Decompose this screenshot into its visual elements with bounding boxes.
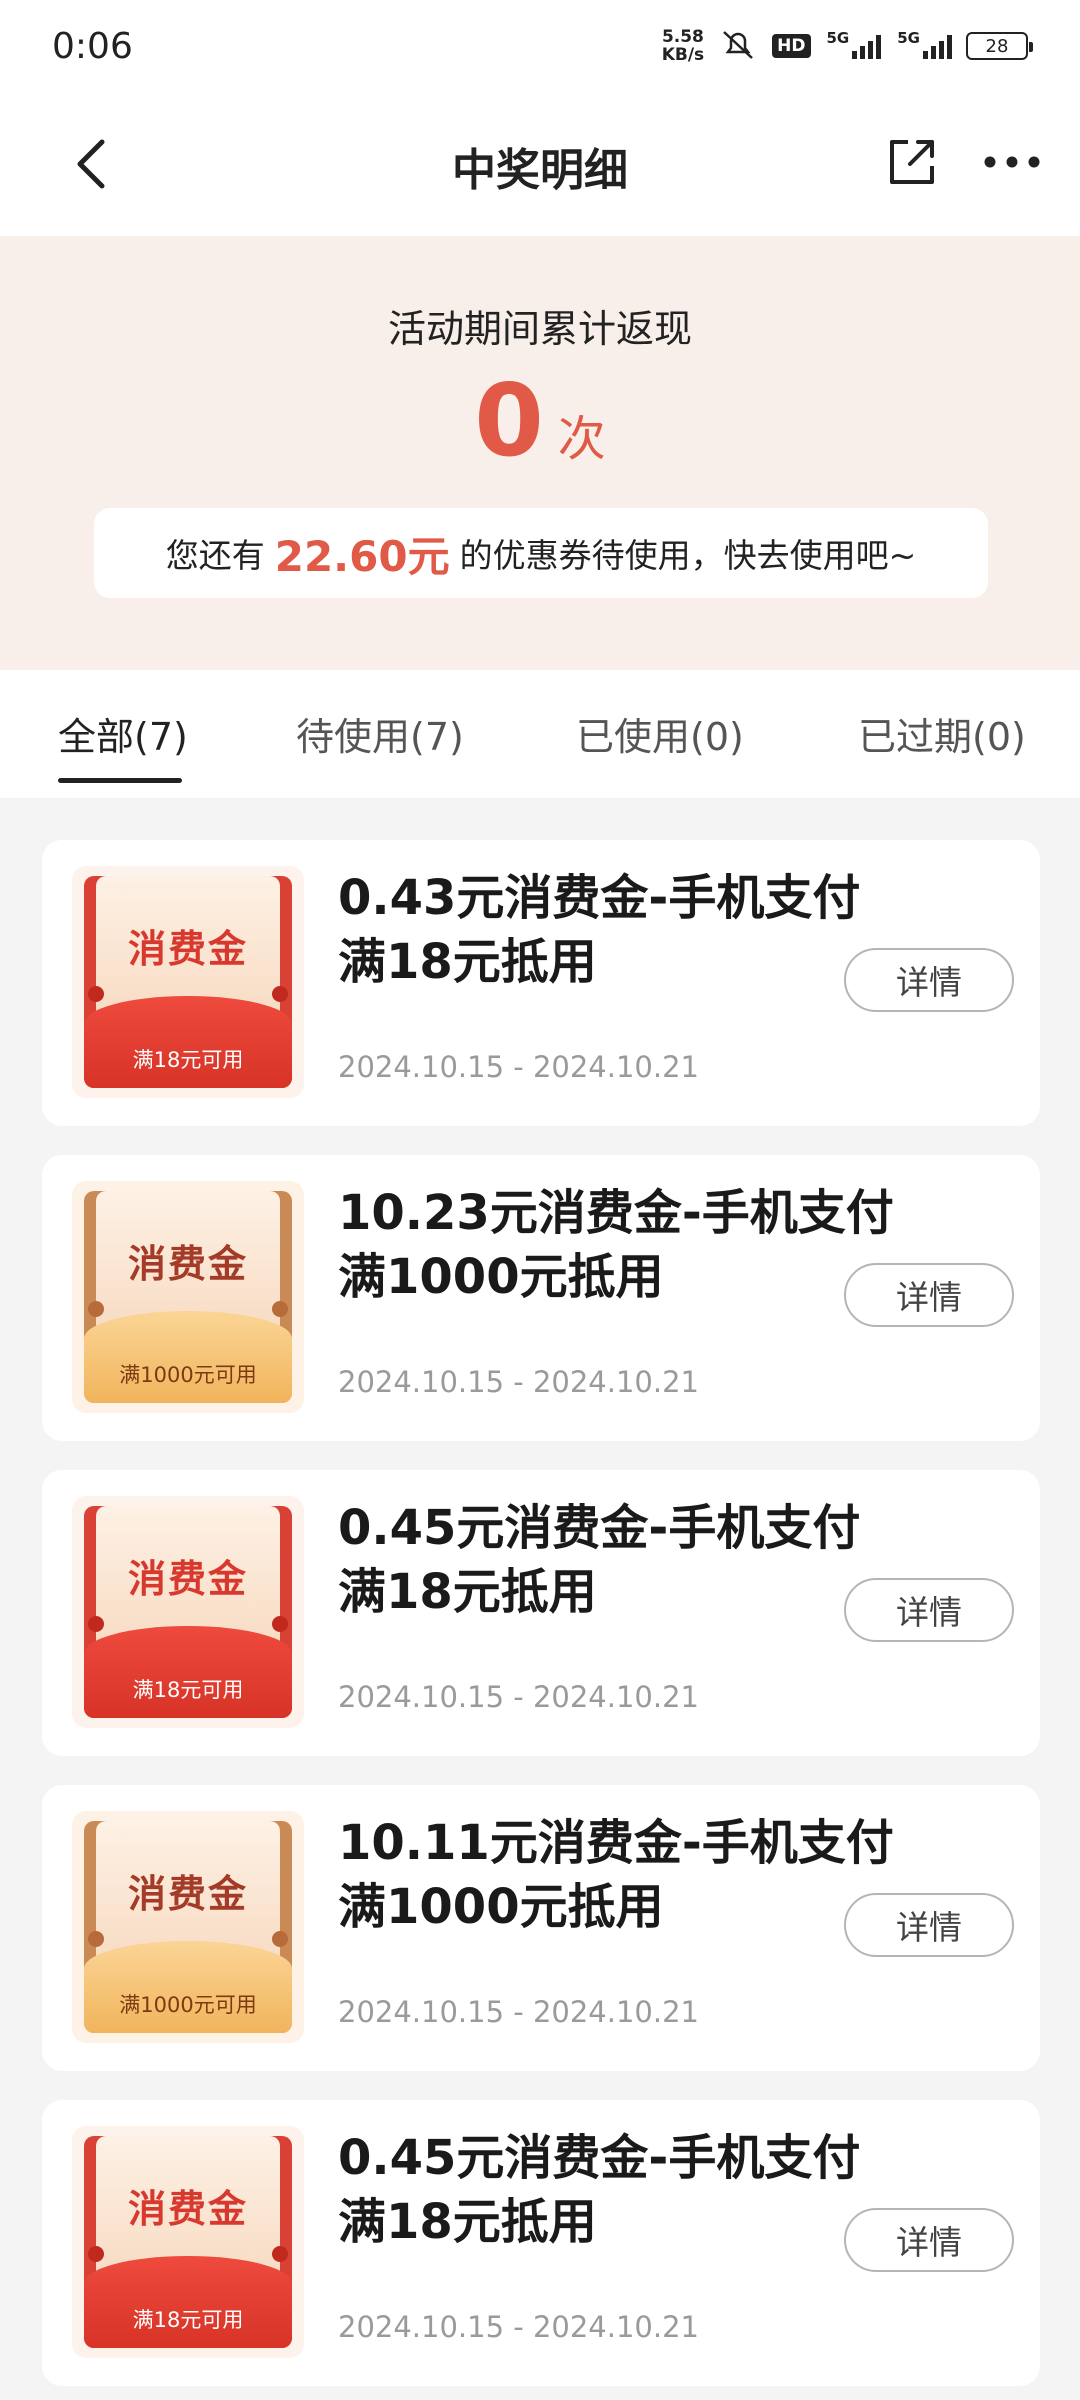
mute-icon bbox=[718, 28, 758, 65]
detail-button[interactable]: 详情 bbox=[844, 948, 1014, 1012]
detail-button[interactable]: 详情 bbox=[844, 1578, 1014, 1642]
summary-count-row: 0 次 bbox=[0, 366, 1080, 476]
coupon-badge-title: 消费金 bbox=[127, 2187, 248, 2231]
tab-pending[interactable]: 待使用(7) bbox=[296, 706, 464, 761]
coupon-badge-title: 消费金 bbox=[127, 927, 248, 971]
detail-button[interactable]: 详情 bbox=[844, 1263, 1014, 1327]
coupon-date: 2024.10.15 - 2024.10.21 bbox=[338, 1365, 699, 1399]
coupon-badge: 消费金 满1000元可用 bbox=[72, 1181, 304, 1413]
coupon-badge-title: 消费金 bbox=[127, 1242, 248, 1286]
coupon-card[interactable]: 消费金 满18元可用 0.43元消费金-手机支付满18元抵用 2024.10.1… bbox=[42, 840, 1040, 1126]
page-header: 中奖明细 bbox=[0, 92, 1080, 236]
tab-used[interactable]: 已使用(0) bbox=[576, 706, 744, 761]
coupon-card[interactable]: 消费金 满1000元可用 10.23元消费金-手机支付满1000元抵用 2024… bbox=[42, 1155, 1040, 1441]
hd-badge: HD bbox=[772, 34, 811, 58]
coupon-title: 10.23元消费金-手机支付满1000元抵用 bbox=[338, 1185, 894, 1305]
coupon-badge-condition: 满18元可用 bbox=[132, 2308, 244, 2332]
coupon-badge: 消费金 满18元可用 bbox=[72, 1496, 304, 1728]
banner-suffix: 的优惠券待使用，快去使用吧~ bbox=[459, 536, 917, 575]
share-icon bbox=[890, 140, 934, 184]
coupon-title: 0.45元消费金-手机支付满18元抵用 bbox=[338, 1500, 861, 1620]
banner-amount: 22.60元 bbox=[274, 531, 450, 581]
summary-panel: 活动期间累计返现 0 次 您还有 22.60元 的优惠券待使用，快去使用吧~ bbox=[0, 236, 1080, 670]
coupon-badge-condition: 满1000元可用 bbox=[119, 1363, 257, 1387]
detail-button[interactable]: 详情 bbox=[844, 2208, 1014, 2272]
coupon-badge-title: 消费金 bbox=[127, 1872, 248, 1916]
cashback-unit: 次 bbox=[557, 411, 606, 467]
filter-tabs: 全部(7) 待使用(7) 已使用(0) 已过期(0) bbox=[0, 670, 1080, 798]
coupon-card[interactable]: 消费金 满1000元可用 10.11元消费金-手机支付满1000元抵用 2024… bbox=[42, 1785, 1040, 2071]
summary-label: 活动期间累计返现 bbox=[387, 307, 692, 351]
coupon-badge-condition: 满18元可用 bbox=[132, 1048, 244, 1072]
signal-icon-2: 5G bbox=[895, 29, 952, 59]
cashback-count: 0 bbox=[474, 362, 544, 479]
coupon-title: 10.11元消费金-手机支付满1000元抵用 bbox=[338, 1815, 894, 1935]
status-bar: 0:06 5.58 KB/s HD 5G 5G 28 bbox=[0, 0, 1080, 92]
banner-prefix: 您还有 bbox=[165, 536, 265, 575]
coupon-badge: 消费金 满18元可用 bbox=[72, 866, 304, 1098]
coupon-title: 0.43元消费金-手机支付满18元抵用 bbox=[338, 870, 861, 990]
detail-button[interactable]: 详情 bbox=[844, 1893, 1014, 1957]
coupon-title: 0.45元消费金-手机支付满18元抵用 bbox=[338, 2130, 861, 2250]
more-button[interactable] bbox=[976, 130, 1048, 194]
status-icons: 5.58 KB/s HD 5G 5G 28 bbox=[661, 27, 1033, 65]
tab-expired[interactable]: 已过期(0) bbox=[858, 706, 1026, 761]
coupon-badge-title: 消费金 bbox=[127, 1557, 248, 1601]
coupon-card[interactable]: 消费金 满18元可用 0.45元消费金-手机支付满18元抵用 2024.10.1… bbox=[42, 1470, 1040, 1756]
coupon-reminder-banner[interactable]: 您还有 22.60元 的优惠券待使用，快去使用吧~ bbox=[94, 508, 988, 598]
coupon-date: 2024.10.15 - 2024.10.21 bbox=[338, 1050, 699, 1084]
signal-icon: 5G bbox=[825, 29, 882, 59]
coupon-date: 2024.10.15 - 2024.10.21 bbox=[338, 1995, 699, 2029]
coupon-date: 2024.10.15 - 2024.10.21 bbox=[338, 1680, 699, 1714]
coupon-badge: 消费金 满1000元可用 bbox=[72, 1811, 304, 2043]
more-icon bbox=[984, 156, 1040, 168]
share-button[interactable] bbox=[880, 130, 944, 194]
coupon-date: 2024.10.15 - 2024.10.21 bbox=[338, 2310, 699, 2344]
battery-icon: 28 bbox=[966, 32, 1033, 60]
coupon-badge: 消费金 满18元可用 bbox=[72, 2126, 304, 2358]
active-tab-indicator bbox=[58, 778, 182, 783]
coupon-badge-condition: 满18元可用 bbox=[132, 1678, 244, 1702]
coupon-badge-condition: 满1000元可用 bbox=[119, 1993, 257, 2017]
tab-all[interactable]: 全部(7) bbox=[58, 706, 188, 761]
coupon-card[interactable]: 消费金 满18元可用 0.45元消费金-手机支付满18元抵用 2024.10.1… bbox=[42, 2100, 1040, 2386]
net-speed: 5.58 KB/s bbox=[661, 27, 705, 65]
status-time: 0:06 bbox=[52, 25, 133, 67]
